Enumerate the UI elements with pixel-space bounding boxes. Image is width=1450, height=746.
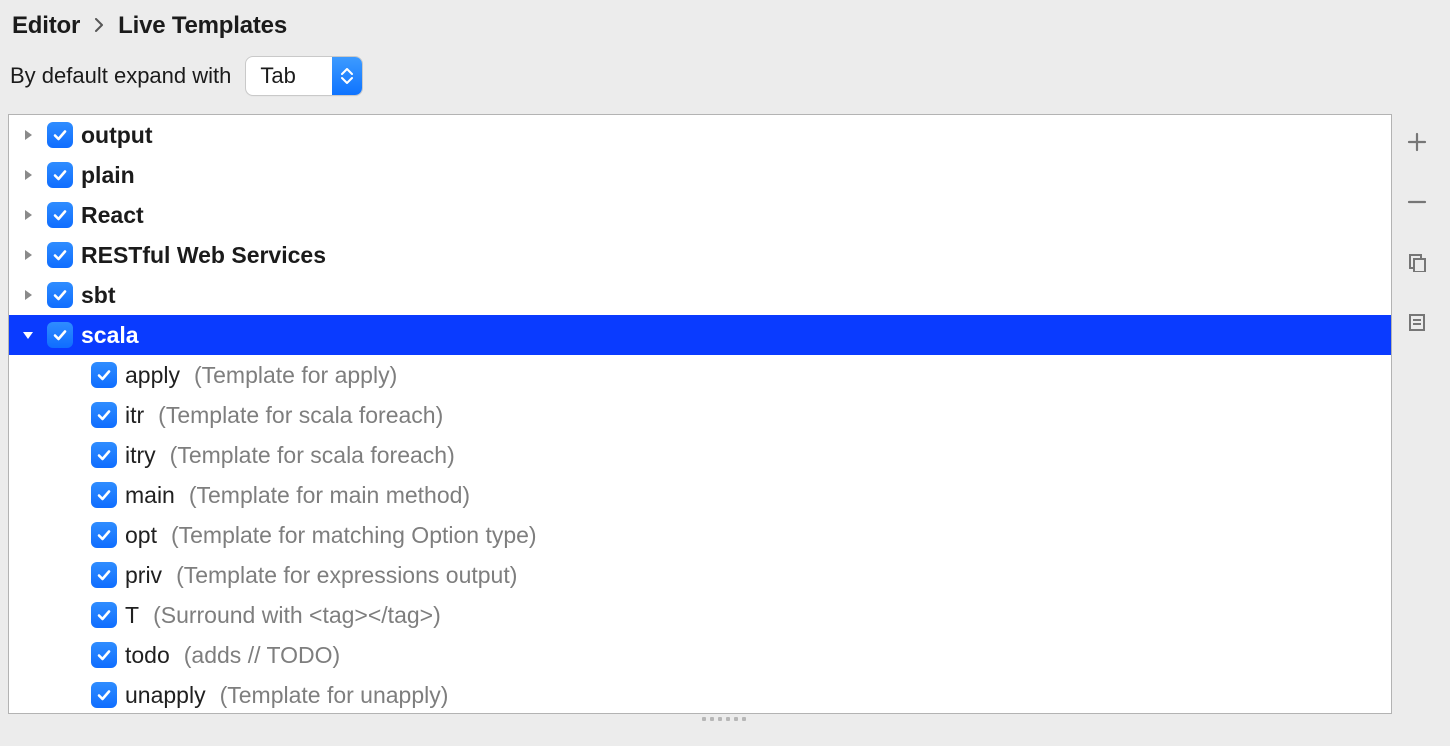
template-group-label: RESTful Web Services	[81, 242, 326, 269]
template-group-label: plain	[81, 162, 135, 189]
template-item-name: itry	[125, 442, 156, 469]
checkbox[interactable]	[91, 482, 117, 508]
breadcrumb-page: Live Templates	[118, 12, 287, 40]
remove-button[interactable]	[1401, 186, 1433, 218]
paste-button[interactable]	[1401, 306, 1433, 338]
tree-toolbar	[1392, 114, 1442, 714]
disclosure-triangle-icon[interactable]	[17, 328, 39, 342]
template-item-name: itr	[125, 402, 144, 429]
checkbox[interactable]	[47, 122, 73, 148]
select-arrows-icon	[332, 57, 362, 95]
template-item-desc: (Template for scala foreach)	[158, 402, 443, 429]
template-item-name: apply	[125, 362, 180, 389]
template-group-label: output	[81, 122, 153, 149]
template-group-row[interactable]: scala	[9, 315, 1391, 355]
checkbox[interactable]	[91, 362, 117, 388]
checkbox[interactable]	[47, 202, 73, 228]
checkbox[interactable]	[47, 162, 73, 188]
template-group-row[interactable]: output	[9, 115, 1391, 155]
resize-handle[interactable]	[8, 714, 1442, 726]
template-group-row[interactable]: RESTful Web Services	[9, 235, 1391, 275]
checkbox[interactable]	[91, 682, 117, 708]
checkbox[interactable]	[91, 562, 117, 588]
template-item-desc: (Template for unapply)	[220, 682, 449, 709]
template-item-row[interactable]: apply (Template for apply)	[9, 355, 1391, 395]
disclosure-triangle-icon[interactable]	[17, 208, 39, 222]
template-item-desc: (Surround with <tag></tag>)	[153, 602, 441, 629]
checkbox[interactable]	[91, 522, 117, 548]
template-group-label: sbt	[81, 282, 116, 309]
template-item-desc: (Template for main method)	[189, 482, 470, 509]
template-item-row[interactable]: T (Surround with <tag></tag>)	[9, 595, 1391, 635]
breadcrumb: Editor Live Templates	[8, 8, 1442, 54]
template-item-name: todo	[125, 642, 170, 669]
template-item-desc: (Template for matching Option type)	[171, 522, 537, 549]
checkbox[interactable]	[91, 642, 117, 668]
template-item-name: T	[125, 602, 139, 629]
disclosure-triangle-icon[interactable]	[17, 128, 39, 142]
template-item-name: main	[125, 482, 175, 509]
expand-with-label: By default expand with	[10, 63, 231, 89]
checkbox[interactable]	[47, 242, 73, 268]
template-item-desc: (adds // TODO)	[184, 642, 340, 669]
template-item-name: priv	[125, 562, 162, 589]
template-item-row[interactable]: priv (Template for expressions output)	[9, 555, 1391, 595]
template-item-desc: (Template for scala foreach)	[170, 442, 455, 469]
checkbox[interactable]	[91, 402, 117, 428]
template-item-row[interactable]: itry (Template for scala foreach)	[9, 435, 1391, 475]
add-button[interactable]	[1401, 126, 1433, 158]
disclosure-triangle-icon[interactable]	[17, 168, 39, 182]
checkbox[interactable]	[47, 282, 73, 308]
template-item-name: unapply	[125, 682, 206, 709]
template-item-desc: (Template for expressions output)	[176, 562, 517, 589]
template-item-name: opt	[125, 522, 157, 549]
template-item-row[interactable]: opt (Template for matching Option type)	[9, 515, 1391, 555]
template-item-row[interactable]: unapply (Template for unapply)	[9, 675, 1391, 714]
template-group-label: React	[81, 202, 144, 229]
expand-with-select[interactable]: Tab	[245, 56, 362, 96]
copy-button[interactable]	[1401, 246, 1433, 278]
template-group-row[interactable]: plain	[9, 155, 1391, 195]
template-item-desc: (Template for apply)	[194, 362, 397, 389]
template-group-label: scala	[81, 322, 139, 349]
expand-with-value: Tab	[246, 57, 331, 95]
template-item-row[interactable]: main (Template for main method)	[9, 475, 1391, 515]
template-item-row[interactable]: todo (adds // TODO)	[9, 635, 1391, 675]
checkbox[interactable]	[91, 442, 117, 468]
checkbox[interactable]	[91, 602, 117, 628]
templates-tree[interactable]: output plain React RESTful Web Services sbt s…	[8, 114, 1392, 714]
disclosure-triangle-icon[interactable]	[17, 248, 39, 262]
checkbox[interactable]	[47, 322, 73, 348]
template-group-row[interactable]: sbt	[9, 275, 1391, 315]
disclosure-triangle-icon[interactable]	[17, 288, 39, 302]
chevron-right-icon	[94, 16, 104, 37]
template-item-row[interactable]: itr (Template for scala foreach)	[9, 395, 1391, 435]
template-group-row[interactable]: React	[9, 195, 1391, 235]
breadcrumb-section[interactable]: Editor	[12, 12, 80, 40]
